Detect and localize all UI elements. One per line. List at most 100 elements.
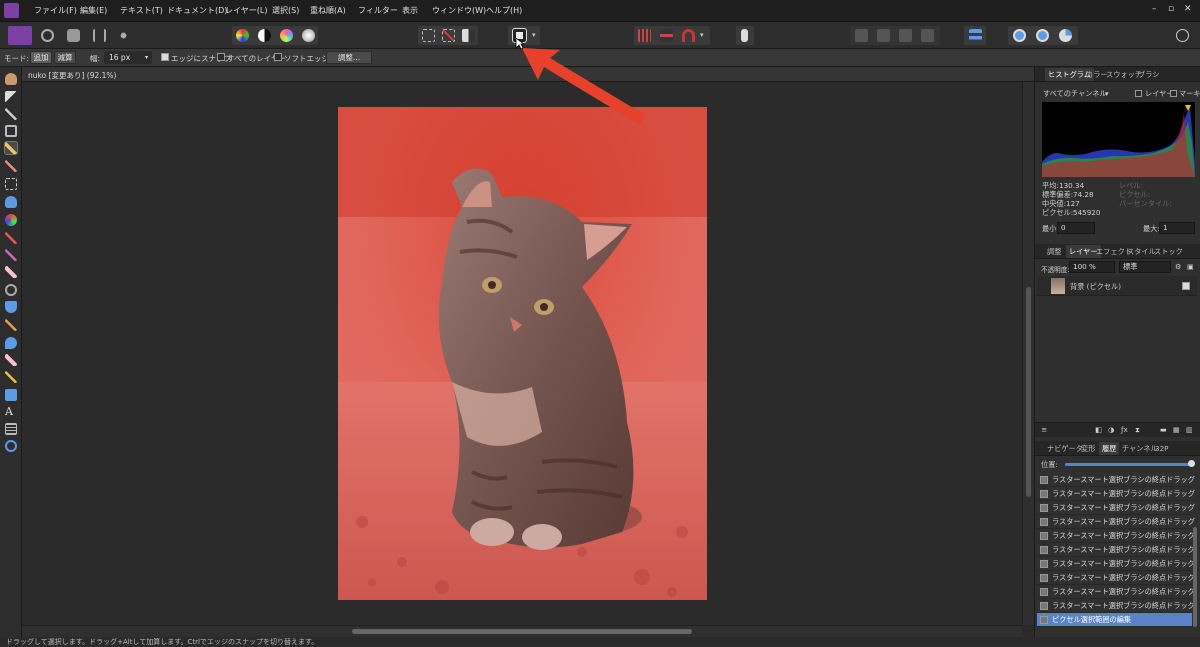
menu-text[interactable]: テキスト(T) bbox=[120, 5, 163, 16]
snap-edges-checkbox[interactable] bbox=[161, 53, 169, 61]
close-button[interactable]: ✕ bbox=[1184, 4, 1192, 14]
arrange-back-icon[interactable] bbox=[855, 29, 868, 42]
history-item[interactable]: ラスタースマート選択ブラシの終点ドラッグ bbox=[1037, 585, 1195, 599]
tab-channels[interactable]: チャンネル bbox=[1122, 444, 1158, 454]
live-filter-icon[interactable]: ⧗ bbox=[1135, 425, 1140, 435]
history-item[interactable]: ラスタースマート選択ブラシの終点ドラッグ bbox=[1037, 501, 1195, 515]
account-button[interactable] bbox=[1172, 26, 1194, 45]
history-slider-handle[interactable] bbox=[1188, 460, 1195, 467]
blur-brush-icon[interactable] bbox=[5, 337, 17, 349]
tab-transform[interactable]: 変形 bbox=[1081, 444, 1095, 454]
marquee-checkbox[interactable] bbox=[1170, 90, 1177, 97]
folder-icon[interactable]: ▬ bbox=[1160, 425, 1167, 434]
assistant-button[interactable] bbox=[736, 26, 754, 45]
max-field[interactable]: 1 bbox=[1159, 222, 1195, 234]
mode-subtract-button[interactable]: 減算 bbox=[54, 51, 76, 64]
tone-mapping-persona-icon[interactable] bbox=[90, 26, 110, 45]
lock-icon[interactable]: ▣ bbox=[1187, 262, 1194, 271]
maximize-button[interactable]: ▫ bbox=[1168, 4, 1174, 14]
menu-help[interactable]: ヘルプ(H) bbox=[486, 5, 522, 16]
color-picker-icon[interactable] bbox=[5, 108, 17, 120]
history-item[interactable]: ラスタースマート選択ブラシの終点ドラッグ bbox=[1037, 571, 1195, 585]
history-item[interactable]: ラスタースマート選択ブラシの終点ドラッグ bbox=[1037, 515, 1195, 529]
boolean-intersect-icon[interactable] bbox=[1059, 29, 1072, 42]
align-button[interactable] bbox=[964, 26, 986, 45]
adjust-button[interactable]: 調整... bbox=[326, 51, 372, 64]
crop-tool-icon[interactable] bbox=[5, 125, 17, 137]
share-icon[interactable] bbox=[114, 26, 134, 45]
pen-tool-icon[interactable] bbox=[5, 371, 17, 383]
menu-filter[interactable]: フィルター bbox=[358, 5, 398, 16]
min-field[interactable]: 0 bbox=[1057, 222, 1095, 234]
layer-visibility-checkbox[interactable] bbox=[1182, 282, 1190, 290]
fill-tool-icon[interactable] bbox=[5, 196, 17, 208]
menu-file[interactable]: ファイル(F) bbox=[34, 5, 77, 16]
channel-select[interactable]: すべてのチャンネル bbox=[1043, 89, 1107, 99]
menu-document[interactable]: ドキュメント(D) bbox=[167, 5, 227, 16]
arrange-front-icon[interactable] bbox=[921, 29, 934, 42]
canvas-area[interactable] bbox=[22, 82, 1022, 625]
soft-edge-checkbox[interactable] bbox=[274, 53, 282, 61]
gear-icon[interactable]: ⚙ bbox=[1175, 262, 1181, 271]
rectangle-tool-icon[interactable] bbox=[5, 389, 17, 401]
auto-levels-icon[interactable] bbox=[236, 29, 249, 42]
menu-edit[interactable]: 編集(E) bbox=[80, 5, 107, 16]
move-tool-icon[interactable] bbox=[5, 91, 17, 103]
tab-history[interactable]: 履歴 bbox=[1099, 442, 1120, 455]
history-position-slider[interactable] bbox=[1065, 463, 1190, 466]
auto-colors-icon[interactable] bbox=[280, 29, 293, 42]
menu-view[interactable]: 表示 bbox=[402, 5, 418, 16]
tab-adjustments[interactable]: 調整 bbox=[1047, 247, 1061, 257]
all-layers-checkbox[interactable] bbox=[217, 53, 225, 61]
layer-checkbox[interactable] bbox=[1135, 90, 1142, 97]
layer-row[interactable]: 背景 (ピクセル) bbox=[1037, 276, 1197, 296]
develop-persona-icon[interactable] bbox=[64, 26, 84, 45]
blend-mode-select[interactable]: 標準 bbox=[1119, 261, 1171, 273]
color-replace-brush-icon[interactable] bbox=[5, 249, 17, 261]
hand-tool-icon[interactable] bbox=[5, 73, 17, 85]
history-item-selected[interactable]: ピクセル選択範囲の編集 bbox=[1037, 613, 1192, 627]
menu-select[interactable]: 選択(S) bbox=[272, 5, 299, 16]
tab-stock[interactable]: ストック bbox=[1154, 247, 1183, 257]
selection-brush-icon[interactable] bbox=[4, 141, 18, 155]
width-field[interactable]: 16 px ▾ bbox=[104, 51, 152, 64]
tab-styles[interactable]: スタイル bbox=[1127, 247, 1156, 257]
arrange-backward-icon[interactable] bbox=[877, 29, 890, 42]
invert-selection-icon[interactable] bbox=[462, 29, 475, 42]
tab-32p[interactable]: 32P bbox=[1155, 444, 1168, 453]
chevron-down-icon[interactable]: ▾ bbox=[532, 31, 536, 39]
layers-stack-icon[interactable]: ≡ bbox=[1041, 425, 1047, 434]
marquee-tool-icon[interactable] bbox=[5, 178, 17, 190]
select-all-icon[interactable] bbox=[422, 29, 435, 42]
add-pixel-layer-icon[interactable]: ▦ bbox=[1173, 425, 1180, 434]
trash-icon[interactable]: ▥ bbox=[1186, 425, 1193, 434]
minimize-button[interactable]: – bbox=[1152, 4, 1157, 14]
horizontal-scrollbar[interactable] bbox=[22, 625, 1022, 637]
auto-contrast-icon[interactable] bbox=[258, 29, 271, 42]
history-item[interactable]: ラスタースマート選択ブラシの終点ドラッグ bbox=[1037, 473, 1195, 487]
horizontal-scroll-thumb[interactable] bbox=[352, 629, 692, 634]
fx-icon[interactable]: ƒx bbox=[1121, 425, 1128, 434]
erase-brush-icon[interactable] bbox=[5, 266, 17, 278]
gradient-tool-icon[interactable] bbox=[5, 214, 17, 226]
history-item[interactable]: ラスタースマート選択ブラシの終点ドラッグ bbox=[1037, 599, 1195, 613]
adjustment-icon[interactable]: ◑ bbox=[1108, 425, 1114, 434]
paint-brush-icon[interactable] bbox=[5, 232, 17, 244]
tab-color[interactable]: カラー bbox=[1086, 70, 1108, 80]
opacity-field[interactable]: 100 % bbox=[1069, 261, 1115, 273]
menu-arrange[interactable]: 重ね順(A) bbox=[310, 5, 346, 16]
boolean-subtract-icon[interactable] bbox=[1036, 29, 1049, 42]
mask-icon[interactable]: ◧ bbox=[1095, 425, 1102, 434]
liquify-persona-icon[interactable] bbox=[38, 26, 58, 45]
tab-navigator[interactable]: ナビゲータ bbox=[1047, 444, 1083, 454]
clone-brush-icon[interactable] bbox=[5, 301, 17, 313]
mode-add-button[interactable]: 追加 bbox=[30, 51, 52, 64]
red-eye-tool-icon[interactable] bbox=[5, 354, 17, 366]
deselect-icon[interactable] bbox=[442, 29, 455, 42]
history-scroll-thumb[interactable] bbox=[1193, 527, 1197, 627]
text-tool-icon[interactable]: A bbox=[5, 406, 17, 418]
history-item[interactable]: ラスタースマート選択ブラシの終点ドラッグ bbox=[1037, 557, 1195, 571]
menu-layer[interactable]: レイヤー(L) bbox=[225, 5, 267, 16]
history-item[interactable]: ラスタースマート選択ブラシの終点ドラッグ bbox=[1037, 543, 1195, 557]
flood-select-icon[interactable] bbox=[5, 160, 17, 172]
